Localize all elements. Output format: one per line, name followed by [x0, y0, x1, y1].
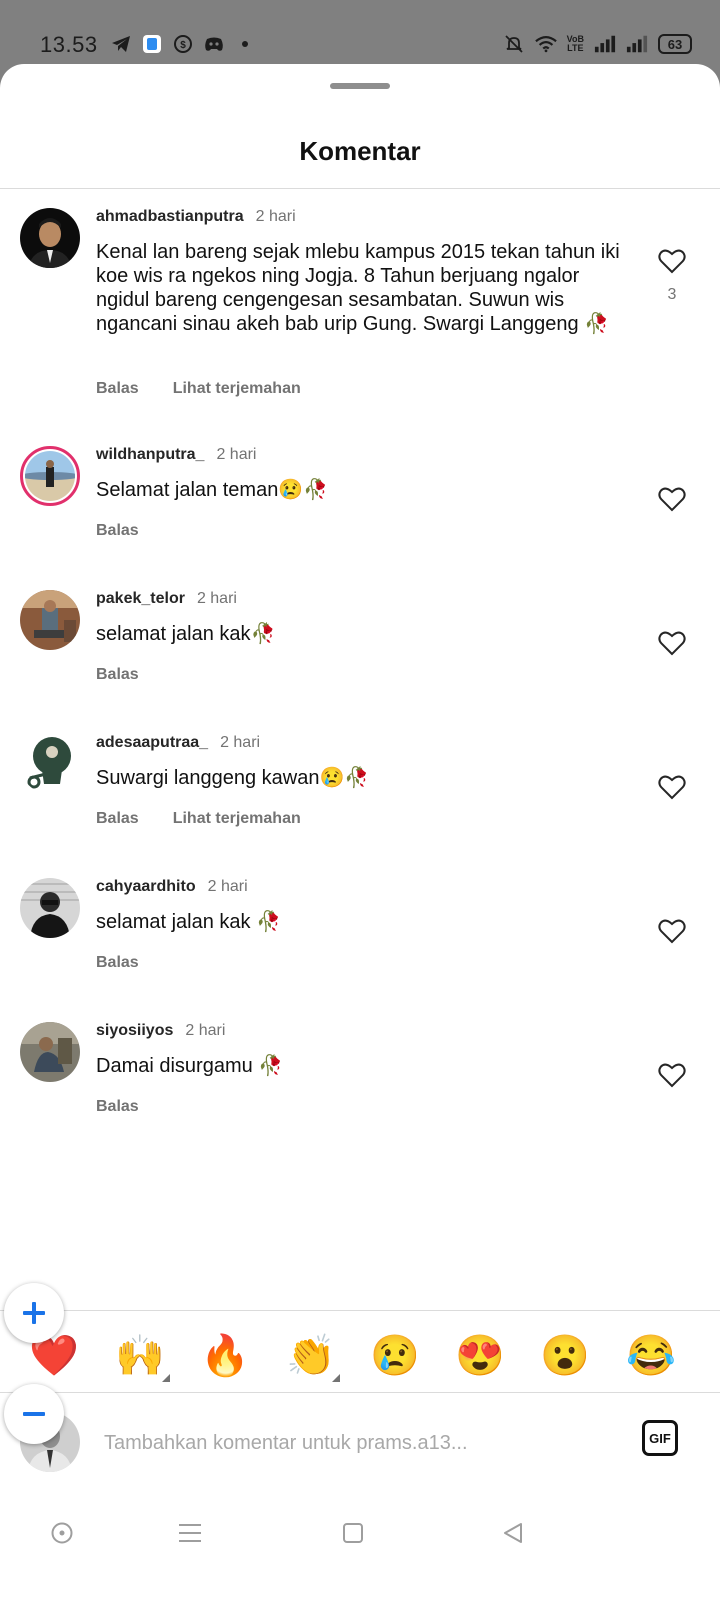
comment-username[interactable]: wildhanputra_ — [96, 446, 204, 464]
assistant-icon — [51, 1522, 73, 1544]
comment-time: 2 hari — [216, 446, 257, 463]
signal-icon — [594, 33, 616, 55]
emoji-heart-eyes-button[interactable]: 😍 — [450, 1326, 510, 1386]
like-heart-icon[interactable] — [658, 486, 686, 512]
system-icons: VoB LTE 63 — [503, 33, 692, 55]
comment-text: Suwargi langgeng kawan😢🥀 — [96, 767, 370, 789]
emoji-laughing-button[interactable]: 😂 — [621, 1326, 681, 1386]
comment-header: ahmadbastianputra 2 hari — [96, 208, 296, 226]
svg-text:$: $ — [180, 40, 186, 51]
comment-header: siyosiiyos 2 hari — [96, 1022, 225, 1040]
zoom-out-button[interactable] — [4, 1384, 64, 1444]
comment-username[interactable]: pakek_telor — [96, 590, 185, 608]
emoji-fire-button[interactable]: 🔥 — [195, 1326, 255, 1386]
coin-icon: $ — [172, 33, 194, 55]
avatar[interactable] — [20, 878, 80, 938]
mute-icon — [503, 33, 525, 55]
avatar[interactable] — [20, 734, 80, 794]
emoji-surprised-button[interactable]: 😮 — [535, 1326, 595, 1386]
notification-icons: $ — [110, 33, 256, 55]
comment-text: Selamat jalan teman😢🥀 — [96, 479, 329, 501]
minus-icon — [23, 1412, 45, 1416]
comment-header: pakek_telor 2 hari — [96, 590, 237, 608]
zoom-in-button[interactable] — [4, 1283, 64, 1343]
comment-input[interactable]: Tambahkan komentar untuk prams.a13... — [104, 1432, 468, 1455]
comment-composer: Tambahkan komentar untuk prams.a13... GI… — [0, 1400, 720, 1490]
emoji-reaction-bar: ❤️ 🙌 🔥 👏 😢 😍 😮 😂 — [0, 1326, 720, 1386]
volte-icon: VoB LTE — [566, 34, 584, 53]
dot-icon — [234, 33, 256, 55]
gif-button[interactable]: GIF — [642, 1420, 678, 1456]
emoji-raised-hands-button[interactable]: 🙌 — [110, 1326, 170, 1386]
see-translation-button[interactable]: Lihat terjemahan — [173, 810, 301, 828]
app-icon — [141, 33, 163, 55]
emoji-crying-button[interactable]: 😢 — [365, 1326, 425, 1386]
comment-time: 2 hari — [220, 734, 261, 751]
skin-tone-indicator-icon — [162, 1374, 170, 1382]
divider — [0, 1310, 720, 1311]
back-triangle-icon — [504, 1523, 522, 1543]
system-navigation-bar — [0, 1500, 720, 1600]
back-button[interactable] — [493, 1518, 533, 1548]
comment-time: 2 hari — [185, 1022, 226, 1039]
status-bar: 13.53 $ VoB LTE 63 — [0, 0, 720, 64]
comment-text: Damai disurgamu 🥀 — [96, 1055, 284, 1077]
reply-button[interactable]: Balas — [96, 380, 139, 398]
home-button[interactable] — [333, 1518, 373, 1548]
like-count: 3 — [667, 286, 677, 303]
plus-icon — [23, 1302, 45, 1324]
comment-username[interactable]: adesaaputraa_ — [96, 734, 208, 752]
like-heart-icon[interactable] — [658, 248, 686, 274]
comment-time: 2 hari — [196, 590, 237, 607]
avatar[interactable] — [20, 208, 80, 268]
like-heart-icon[interactable] — [658, 918, 686, 944]
comment-header: adesaaputraa_ 2 hari — [96, 734, 260, 752]
telegram-icon — [110, 33, 132, 55]
see-translation-button[interactable]: Lihat terjemahan — [173, 380, 301, 398]
reply-button[interactable]: Balas — [96, 1098, 139, 1116]
menu-icon — [179, 1524, 201, 1542]
comment-text: selamat jalan kak 🥀 — [96, 911, 281, 933]
comment-actions: Balas — [96, 954, 139, 972]
status-time: 13.53 — [40, 32, 98, 57]
signal-icon — [626, 33, 648, 55]
comment-actions: Balas — [96, 1098, 139, 1116]
comment-time: 2 hari — [255, 208, 296, 225]
battery-icon: 63 — [658, 34, 692, 54]
wifi-icon — [534, 33, 557, 55]
reply-button[interactable]: Balas — [96, 666, 139, 684]
divider — [0, 1392, 720, 1393]
like-heart-icon[interactable] — [658, 630, 686, 656]
like-heart-icon[interactable] — [658, 774, 686, 800]
comment-actions: Balas Lihat terjemahan — [96, 810, 301, 828]
divider — [0, 188, 720, 189]
like-heart-icon[interactable] — [658, 1062, 686, 1088]
comment-username[interactable]: siyosiiyos — [96, 1022, 173, 1040]
square-icon — [343, 1523, 363, 1543]
comment-time: 2 hari — [207, 878, 248, 895]
comment-header: cahyaardhito 2 hari — [96, 878, 248, 896]
skin-tone-indicator-icon — [332, 1374, 340, 1382]
reply-button[interactable]: Balas — [96, 810, 139, 828]
avatar[interactable] — [20, 590, 80, 650]
comment-actions: Balas Lihat terjemahan — [96, 380, 301, 398]
avatar[interactable] — [20, 446, 80, 506]
comment-text: Kenal lan bareng sejak mlebu kampus 2015… — [96, 241, 620, 335]
comment-header: wildhanputra_ 2 hari — [96, 446, 256, 464]
comment-actions: Balas — [96, 666, 139, 684]
comment-username[interactable]: cahyaardhito — [96, 878, 196, 896]
battery-level: 63 — [667, 36, 683, 52]
avatar[interactable] — [20, 1022, 80, 1082]
reply-button[interactable]: Balas — [96, 954, 139, 972]
comment-username[interactable]: ahmadbastianputra — [96, 208, 244, 226]
comment-actions: Balas — [96, 522, 139, 540]
reply-button[interactable]: Balas — [96, 522, 139, 540]
assistant-button[interactable] — [42, 1518, 82, 1548]
recents-button[interactable] — [170, 1518, 210, 1548]
drag-handle[interactable] — [330, 83, 390, 89]
discord-icon — [203, 33, 225, 55]
comment-text: selamat jalan kak🥀 — [96, 623, 276, 645]
sheet-title: Komentar — [299, 136, 421, 166]
